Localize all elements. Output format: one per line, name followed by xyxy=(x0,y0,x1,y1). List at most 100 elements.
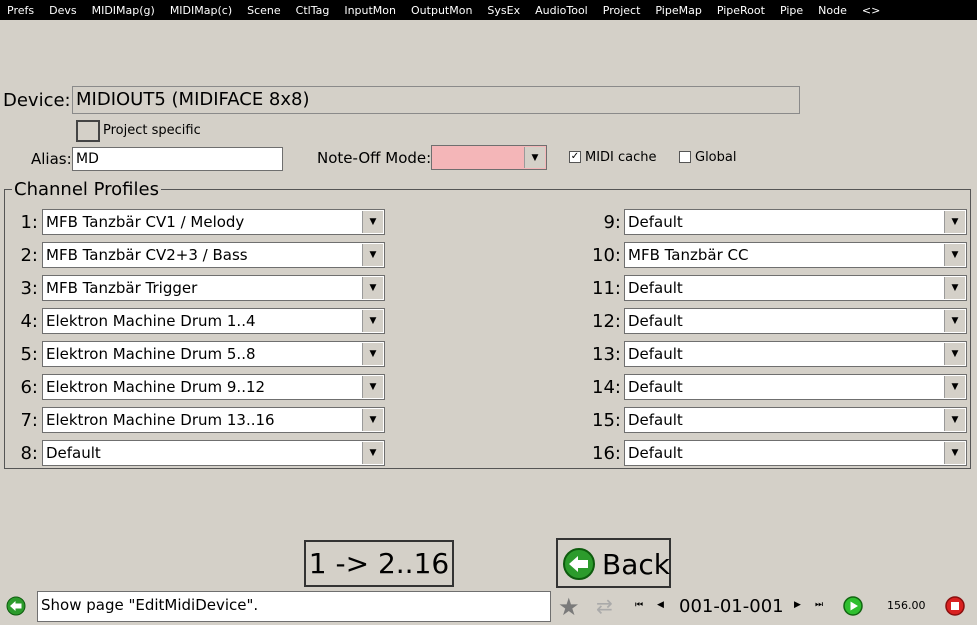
chevron-down-icon[interactable]: ▼ xyxy=(944,244,965,266)
global-checkbox[interactable] xyxy=(679,151,691,163)
channel-3-profile-select[interactable]: MFB Tanzbär Trigger ▼ xyxy=(42,275,385,301)
back-arrow-icon xyxy=(563,548,595,580)
chevron-down-icon[interactable]: ▼ xyxy=(362,277,383,299)
channel-number: 1: xyxy=(20,212,38,233)
channel-profile-value: MFB Tanzbär CC xyxy=(628,246,749,264)
menu-scene[interactable]: Scene xyxy=(240,4,289,17)
channel-profile-value: Default xyxy=(628,411,683,429)
step-back-icon[interactable]: ◀ xyxy=(657,600,664,610)
menu-prefs[interactable]: Prefs xyxy=(0,4,42,17)
chevron-down-icon[interactable]: ▼ xyxy=(362,409,383,431)
chevron-down-icon[interactable]: ▼ xyxy=(944,310,965,332)
channel-profile-value: Default xyxy=(46,444,101,462)
channel-6-profile-select[interactable]: Elektron Machine Drum 9..12 ▼ xyxy=(42,374,385,400)
channel-profile-value: Default xyxy=(628,312,683,330)
channel-1-profile-select[interactable]: MFB Tanzbär CV1 / Melody ▼ xyxy=(42,209,385,235)
channel-7-profile-select[interactable]: Elektron Machine Drum 13..16 ▼ xyxy=(42,407,385,433)
project-specific-checkbox[interactable] xyxy=(76,120,100,142)
channel-number: 15: xyxy=(592,410,621,431)
menu-inputmon[interactable]: InputMon xyxy=(337,4,404,17)
global-label: Global xyxy=(695,150,737,165)
copy-channel-1-to-all-button[interactable]: 1 -> 2..16 xyxy=(304,540,454,587)
channel-profile-value: Elektron Machine Drum 9..12 xyxy=(46,378,266,396)
chevron-down-icon[interactable]: ▼ xyxy=(362,343,383,365)
channel-profile-value: Elektron Machine Drum 13..16 xyxy=(46,411,275,429)
channel-profile-value: Elektron Machine Drum 5..8 xyxy=(46,345,256,363)
channel-number: 7: xyxy=(20,410,38,431)
menu-outputmon[interactable]: OutputMon xyxy=(404,4,480,17)
channel-number: 5: xyxy=(20,344,38,365)
channel-10-profile-select[interactable]: MFB Tanzbär CC ▼ xyxy=(624,242,967,268)
channel-5-profile-select[interactable]: Elektron Machine Drum 5..8 ▼ xyxy=(42,341,385,367)
channel-number: 4: xyxy=(20,311,38,332)
play-icon[interactable] xyxy=(843,596,863,616)
back-button[interactable]: Back xyxy=(556,538,671,588)
alias-input[interactable]: MD xyxy=(72,147,283,171)
chevron-down-icon[interactable]: ▼ xyxy=(362,310,383,332)
menu-ctltag[interactable]: CtlTag xyxy=(289,4,338,17)
midi-cache-label: MIDI cache xyxy=(585,150,657,165)
channel-number: 2: xyxy=(20,245,38,266)
chevron-down-icon[interactable]: ▼ xyxy=(524,147,545,168)
sync-icon[interactable]: ⇄ xyxy=(596,594,613,618)
alias-label: Alias: xyxy=(31,150,72,168)
channel-14-profile-select[interactable]: Default ▼ xyxy=(624,374,967,400)
chevron-down-icon[interactable]: ▼ xyxy=(944,343,965,365)
menu-more[interactable]: <> xyxy=(855,4,888,17)
menu-pipemap[interactable]: PipeMap xyxy=(648,4,709,17)
channel-number: 13: xyxy=(592,344,621,365)
back-arrow-icon[interactable] xyxy=(6,596,26,616)
stop-icon[interactable] xyxy=(945,596,965,616)
chevron-down-icon[interactable]: ▼ xyxy=(944,442,965,464)
menu-sysex[interactable]: SysEx xyxy=(480,4,528,17)
channel-4-profile-select[interactable]: Elektron Machine Drum 1..4 ▼ xyxy=(42,308,385,334)
channel-11-profile-select[interactable]: Default ▼ xyxy=(624,275,967,301)
skip-to-end-icon[interactable]: ⏭ xyxy=(815,600,823,610)
chevron-down-icon[interactable]: ▼ xyxy=(944,277,965,299)
menu-node[interactable]: Node xyxy=(811,4,855,17)
back-button-label: Back xyxy=(602,548,670,581)
skip-to-start-icon[interactable]: ⏮ xyxy=(635,600,643,610)
status-message: Show page "EditMidiDevice". xyxy=(37,591,551,622)
channel-16-profile-select[interactable]: Default ▼ xyxy=(624,440,967,466)
menu-midimap-g[interactable]: MIDIMap(g) xyxy=(85,4,163,17)
channel-profile-value: Default xyxy=(628,444,683,462)
menu-bar: Prefs Devs MIDIMap(g) MIDIMap(c) Scene C… xyxy=(0,0,977,20)
channel-profile-value: Default xyxy=(628,279,683,297)
tempo-value: 156.00 xyxy=(887,599,926,612)
channel-15-profile-select[interactable]: Default ▼ xyxy=(624,407,967,433)
chevron-down-icon[interactable]: ▼ xyxy=(362,376,383,398)
song-position: 001-01-001 xyxy=(679,596,784,617)
chevron-down-icon[interactable]: ▼ xyxy=(362,244,383,266)
channel-number: 11: xyxy=(592,278,621,299)
channel-profile-value: Elektron Machine Drum 1..4 xyxy=(46,312,256,330)
chevron-down-icon[interactable]: ▼ xyxy=(362,442,383,464)
note-off-mode-label: Note-Off Mode: xyxy=(317,149,432,167)
channel-9-profile-select[interactable]: Default ▼ xyxy=(624,209,967,235)
menu-pipe[interactable]: Pipe xyxy=(773,4,811,17)
chevron-down-icon[interactable]: ▼ xyxy=(944,211,965,233)
menu-devs[interactable]: Devs xyxy=(42,4,84,17)
channel-8-profile-select[interactable]: Default ▼ xyxy=(42,440,385,466)
menu-project[interactable]: Project xyxy=(596,4,649,17)
star-icon[interactable]: ★ xyxy=(558,593,580,621)
device-label: Device: xyxy=(3,90,71,111)
channel-13-profile-select[interactable]: Default ▼ xyxy=(624,341,967,367)
note-off-mode-select[interactable]: ▼ xyxy=(431,145,547,170)
channel-2-profile-select[interactable]: MFB Tanzbär CV2+3 / Bass ▼ xyxy=(42,242,385,268)
menu-audiotool[interactable]: AudioTool xyxy=(528,4,596,17)
project-specific-label: Project specific xyxy=(103,123,201,138)
midi-cache-checkbox[interactable]: ✓ xyxy=(569,151,581,163)
menu-piperoot[interactable]: PipeRoot xyxy=(710,4,773,17)
menu-midimap-c[interactable]: MIDIMap(c) xyxy=(163,4,240,17)
channel-number: 14: xyxy=(592,377,621,398)
chevron-down-icon[interactable]: ▼ xyxy=(362,211,383,233)
chevron-down-icon[interactable]: ▼ xyxy=(944,376,965,398)
channel-number: 3: xyxy=(20,278,38,299)
step-forward-icon[interactable]: ▶ xyxy=(794,600,801,610)
channel-number: 9: xyxy=(603,212,621,233)
channel-profile-value: Default xyxy=(628,345,683,363)
channel-profile-value: Default xyxy=(628,213,683,231)
channel-12-profile-select[interactable]: Default ▼ xyxy=(624,308,967,334)
chevron-down-icon[interactable]: ▼ xyxy=(944,409,965,431)
